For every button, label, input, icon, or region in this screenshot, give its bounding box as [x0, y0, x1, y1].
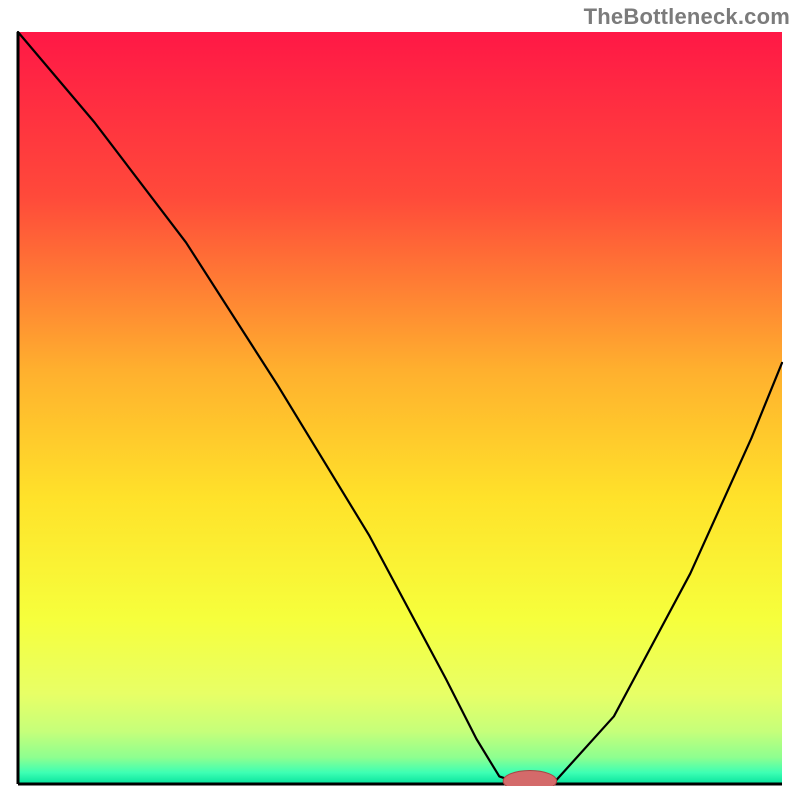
- attribution-label: TheBottleneck.com: [584, 4, 790, 30]
- gradient-background: [18, 32, 782, 784]
- chart-svg: [16, 30, 784, 786]
- chart-container: TheBottleneck.com: [0, 0, 800, 800]
- bottleneck-plot: [16, 30, 784, 786]
